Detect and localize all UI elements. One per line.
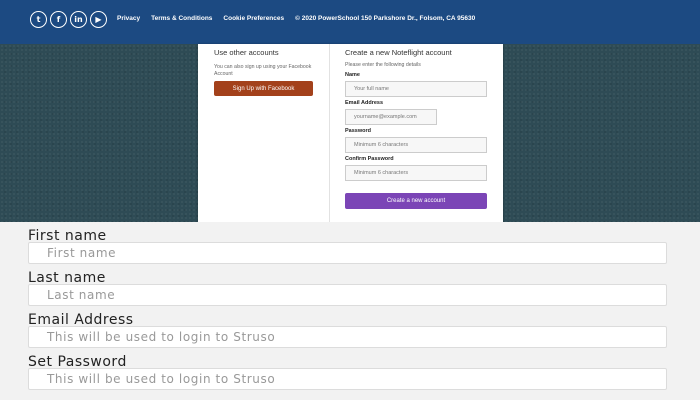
last-name-input[interactable]: Last name [28,284,667,306]
other-accounts-section: Use other accounts You can also sign up … [214,48,329,96]
footer-links: Privacy Terms & Conditions Cookie Prefer… [117,15,284,22]
linkedin-icon[interactable]: in [70,11,87,28]
facebook-icon[interactable]: f [50,11,67,28]
name-label: Name [345,71,360,78]
privacy-link[interactable]: Privacy [117,15,140,22]
password-label: Password [345,127,371,134]
password-input[interactable]: Minimum 6 characters [345,136,487,153]
create-account-intro: Please enter the following details [345,62,421,68]
confirm-password-label: Confirm Password [345,155,394,162]
facebook-signup-button[interactable]: Sign Up with Facebook [214,81,313,96]
confirm-password-input[interactable]: Minimum 6 characters [345,164,487,181]
background-screenshot: t f in ▶ Privacy Terms & Conditions Cook… [0,0,700,222]
card-divider [329,44,330,222]
social-links: t f in ▶ [30,11,107,28]
signup-card: Use other accounts You can also sign up … [198,44,503,222]
email-input[interactable]: yourname@example.com [345,108,437,125]
terms-link[interactable]: Terms & Conditions [151,15,212,22]
youtube-icon[interactable]: ▶ [90,11,107,28]
create-account-button[interactable]: Create a new account [345,192,487,209]
email-label: Email Address [345,99,384,106]
cookie-preferences-link[interactable]: Cookie Preferences [223,15,284,22]
copyright-text: © 2020 PowerSchool 150 Parkshore Dr., Fo… [295,15,476,22]
site-footer: t f in ▶ Privacy Terms & Conditions Cook… [0,0,700,44]
name-input[interactable]: Your full name [345,80,487,97]
email-address-input[interactable]: This will be used to login to Struso [28,326,667,348]
registration-form: First name First name Last name Last nam… [0,222,700,400]
facebook-signup-text: You can also sign up using your Facebook… [214,64,312,77]
create-account-heading: Create a new Noteflight account [345,48,452,57]
first-name-input[interactable]: First name [28,242,667,264]
twitter-icon[interactable]: t [30,11,47,28]
set-password-input[interactable]: This will be used to login to Struso [28,368,667,390]
create-account-section: Create a new Noteflight account Please e… [345,48,490,209]
other-accounts-heading: Use other accounts [214,48,279,57]
